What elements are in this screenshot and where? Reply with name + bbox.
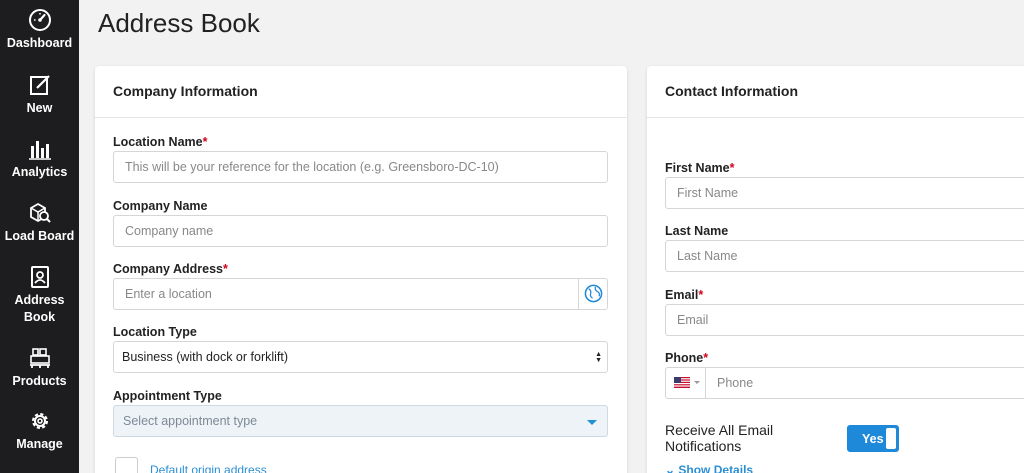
required-mark: * <box>222 262 228 276</box>
sidebar-item-address-book[interactable]: Address Book <box>0 265 79 326</box>
placeholder: Last Name <box>677 249 738 263</box>
sidebar-item-label: Load Board <box>4 229 75 243</box>
appointment-type-select[interactable]: Select appointment type <box>113 405 608 437</box>
placeholder: Company name <box>125 224 214 238</box>
sidebar: Dashboard New Analytics Load Board Addre… <box>0 0 79 473</box>
label-text: Email <box>665 288 699 302</box>
label-text: Location Name <box>113 135 203 149</box>
location-type-select[interactable]: Business (with dock or forklift) ▲ ▼ <box>113 341 608 373</box>
label-text: First Name <box>665 161 730 175</box>
first-name-label: First Name* <box>665 161 734 175</box>
sidebar-item-analytics[interactable]: Analytics <box>0 137 79 181</box>
toggle-label: Yes <box>862 432 884 446</box>
required-mark: * <box>703 351 709 365</box>
contact-information-card: Contact Information First Name* First Na… <box>647 66 1024 473</box>
country-code-select[interactable] <box>666 368 706 398</box>
manage-gear-icon <box>31 413 48 429</box>
placeholder: Email <box>677 313 709 327</box>
company-name-input[interactable]: Company name <box>113 215 608 247</box>
new-edit-icon <box>29 75 50 95</box>
select-arrows-icon: ▲ ▼ <box>595 351 602 364</box>
card-header: Contact Information <box>647 66 1024 118</box>
dashboard-gauge-icon <box>28 9 51 31</box>
placeholder: Enter a location <box>125 287 212 301</box>
last-name-label: Last Name <box>665 224 729 238</box>
load-board-icon <box>29 202 51 223</box>
required-mark: * <box>698 288 704 302</box>
sidebar-item-label: Analytics <box>11 165 68 179</box>
email-notifications-label: Receive All Email Notifications <box>665 422 774 454</box>
location-type-label: Location Type <box>113 325 197 339</box>
sidebar-item-label: Manage <box>16 437 63 451</box>
sidebar-item-products[interactable]: Products <box>0 346 79 390</box>
sidebar-item-new[interactable]: New <box>0 73 79 117</box>
required-mark: * <box>202 135 208 149</box>
sidebar-item-label: Dashboard <box>6 36 73 50</box>
label-text: Phone <box>665 351 704 365</box>
show-details-link[interactable]: ⌄ Show Details <box>665 463 753 473</box>
sidebar-item-load-board[interactable]: Load Board <box>0 201 79 245</box>
selected-value: Business (with dock or forklift) <box>122 350 289 364</box>
company-name-label: Company Name <box>113 199 208 213</box>
products-pallet-icon <box>29 348 50 368</box>
default-origin-checkbox[interactable] <box>115 457 138 473</box>
required-mark: * <box>729 161 735 175</box>
email-notifications-toggle[interactable]: Yes <box>847 425 899 452</box>
placeholder: Phone <box>717 376 754 390</box>
label-text: Company Address <box>113 262 223 276</box>
phone-label: Phone* <box>665 351 708 365</box>
address-book-icon <box>30 266 49 288</box>
appointment-type-label: Appointment Type <box>113 389 222 403</box>
toggle-knob <box>886 428 896 449</box>
last-name-input[interactable]: Last Name <box>665 240 1024 272</box>
sidebar-item-label: Address Book <box>14 293 65 324</box>
card-header: Company Information <box>95 66 627 118</box>
show-details-text: Show Details <box>678 463 754 473</box>
chevron-down-icon: ⌄ <box>665 463 679 473</box>
sidebar-item-label: Products <box>12 374 67 388</box>
analytics-bar-icon <box>28 141 51 160</box>
placeholder: Select appointment type <box>123 414 258 428</box>
placeholder: First Name <box>677 186 739 200</box>
sidebar-item-dashboard[interactable]: Dashboard <box>0 8 79 52</box>
page-title: Address Book <box>98 8 260 38</box>
email-label: Email* <box>665 288 703 302</box>
location-name-input[interactable]: This will be your reference for the loca… <box>113 151 608 183</box>
default-origin-label[interactable]: Default origin address <box>150 463 267 473</box>
company-address-input[interactable]: Enter a location <box>113 278 608 310</box>
company-information-card: Company Information Location Name* This … <box>95 66 627 473</box>
sidebar-item-label: New <box>26 101 53 115</box>
first-name-input[interactable]: First Name <box>665 177 1024 209</box>
placeholder: This will be your reference for the loca… <box>125 160 499 174</box>
chevron-down-icon <box>587 420 597 425</box>
chevron-down-icon <box>694 381 700 384</box>
globe-button[interactable] <box>578 279 607 309</box>
company-address-label: Company Address* <box>113 262 228 276</box>
location-name-label: Location Name* <box>113 135 207 149</box>
email-input[interactable]: Email <box>665 304 1024 336</box>
phone-input[interactable]: Phone <box>665 367 1024 399</box>
us-flag-icon <box>674 377 690 388</box>
sidebar-item-manage[interactable]: Manage <box>0 409 79 453</box>
globe-icon <box>584 284 603 303</box>
